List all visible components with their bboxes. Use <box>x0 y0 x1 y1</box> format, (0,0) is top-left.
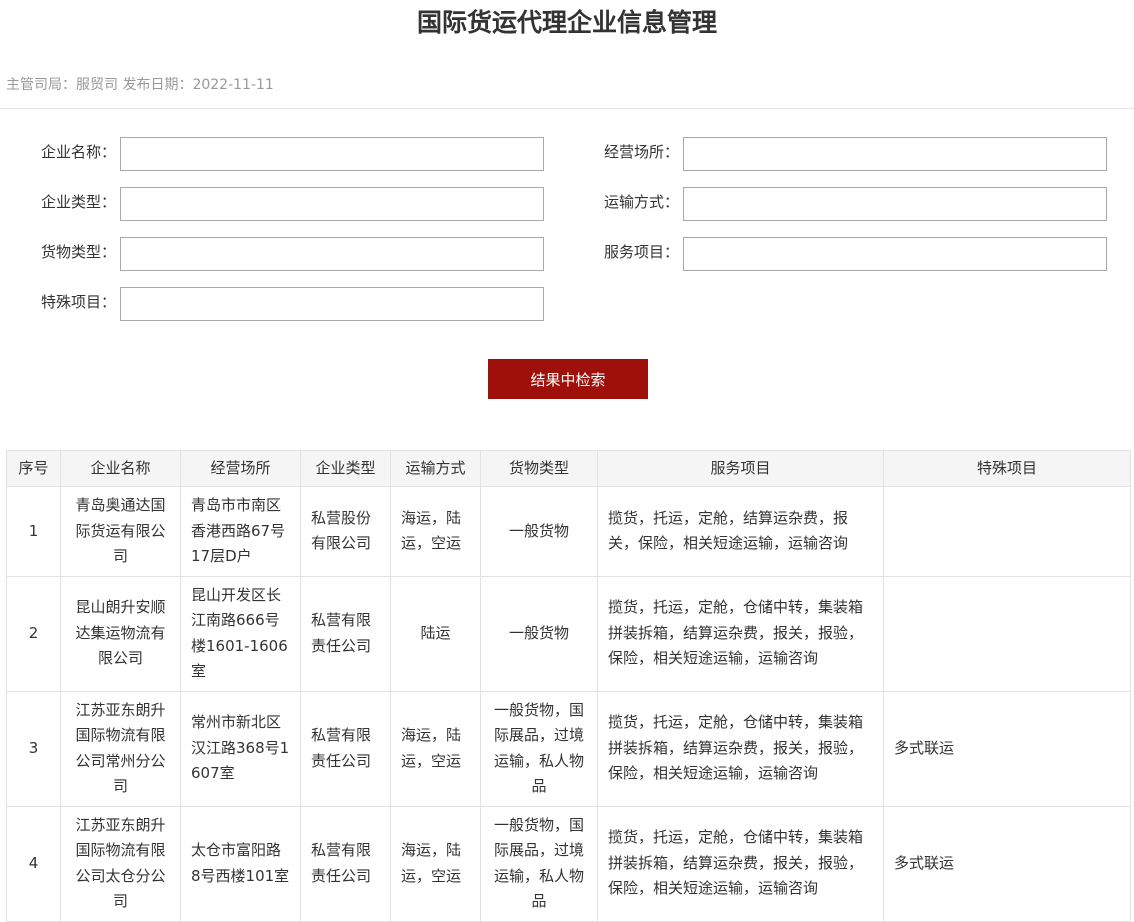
cell-index: 2 <box>6 575 61 692</box>
header-cell: 特殊项目 <box>883 450 1131 487</box>
cell-cargo-type: 一般货物，国际展品，过境运输，私人物品 <box>480 805 598 922</box>
business-place-input[interactable] <box>683 137 1107 171</box>
cell-cargo-type: 一般货物 <box>480 575 598 692</box>
search-in-results-button[interactable]: 结果中检索 <box>488 359 648 399</box>
cell-company-name: 江苏亚东朗升国际物流有限公司常州分公司 <box>60 690 181 807</box>
cargo-type-input[interactable] <box>120 237 544 271</box>
header-cell: 货物类型 <box>480 450 598 487</box>
cell-company-type: 私营有限责任公司 <box>300 575 391 692</box>
cell-company-name: 昆山朗升安顺达集运物流有限公司 <box>60 575 181 692</box>
header-cell: 序号 <box>6 450 61 487</box>
cell-transport-mode: 陆运 <box>390 575 481 692</box>
cell-special-items <box>883 575 1131 692</box>
table-row: 1 青岛奥通达国际货运有限公司 青岛市市南区香港西路67号17层D户 私营股份有… <box>6 486 1131 577</box>
page-title: 国际货运代理企业信息管理 <box>416 8 717 37</box>
cell-cargo-type: 一般货物，国际展品，过境运输，私人物品 <box>480 690 598 807</box>
cell-service-items: 揽货，托运，定舱，仓储中转，集装箱拼装拆箱，结算运杂费，报关，报验，保险，相关短… <box>597 690 884 807</box>
cell-index: 1 <box>6 486 61 577</box>
special-items-input[interactable] <box>120 287 544 321</box>
cell-business-place: 太仓市富阳路8号西楼101室 <box>180 805 301 922</box>
cell-transport-mode: 海运，陆运，空运 <box>390 805 481 922</box>
cell-special-items <box>883 486 1131 577</box>
cell-cargo-type: 一般货物 <box>480 486 598 577</box>
cell-index: 3 <box>6 690 61 807</box>
header-cell: 运输方式 <box>390 450 481 487</box>
cell-company-type: 私营有限责任公司 <box>300 690 391 807</box>
cell-business-place: 常州市新北区汉江路368号1607室 <box>180 690 301 807</box>
cell-service-items: 揽货，托运，定舱，仓储中转，集装箱拼装拆箱，结算运杂费，报关，报验，保险，相关短… <box>597 805 884 922</box>
cell-special-items: 多式联运 <box>883 690 1131 807</box>
header-cell: 经营场所 <box>180 450 301 487</box>
cell-service-items: 揽货，托运，定舱，仓储中转，集装箱拼装拆箱，结算运杂费，报关，报验，保险，相关短… <box>597 575 884 692</box>
service-items-input[interactable] <box>683 237 1107 271</box>
business-place-label: 经营场所： <box>603 143 679 161</box>
table-header-row: 序号 企业名称 经营场所 企业类型 运输方式 货物类型 服务项目 特殊项目 <box>6 450 1131 487</box>
publish-meta: 主管司局：服贸司 发布日期：2022-11-11 <box>6 77 274 93</box>
cell-company-name: 青岛奥通达国际货运有限公司 <box>60 486 181 577</box>
table-row: 4 江苏亚东朗升国际物流有限公司太仓分公司 太仓市富阳路8号西楼101室 私营有… <box>6 805 1131 922</box>
table-row: 3 江苏亚东朗升国际物流有限公司常州分公司 常州市新北区汉江路368号1607室… <box>6 690 1131 807</box>
cell-business-place: 昆山开发区长江南路666号楼1601-1606室 <box>180 575 301 692</box>
cell-company-type: 私营股份有限公司 <box>300 486 391 577</box>
cell-business-place: 青岛市市南区香港西路67号17层D户 <box>180 486 301 577</box>
cell-company-type: 私营有限责任公司 <box>300 805 391 922</box>
company-name-input[interactable] <box>120 137 544 171</box>
company-type-label: 企业类型： <box>40 193 116 211</box>
transport-mode-label: 运输方式： <box>603 193 679 211</box>
results-table: 序号 企业名称 经营场所 企业类型 运输方式 货物类型 服务项目 特殊项目 1 … <box>6 450 1131 922</box>
cell-transport-mode: 海运，陆运，空运 <box>390 486 481 577</box>
cell-index: 4 <box>6 805 61 922</box>
special-items-label: 特殊项目： <box>40 293 116 311</box>
company-type-input[interactable] <box>120 187 544 221</box>
header-divider <box>0 108 1134 109</box>
header-cell: 服务项目 <box>597 450 884 487</box>
cell-transport-mode: 海运，陆运，空运 <box>390 690 481 807</box>
header-cell: 企业名称 <box>60 450 181 487</box>
company-name-label: 企业名称： <box>40 143 116 161</box>
service-items-label: 服务项目： <box>603 243 679 261</box>
cell-service-items: 揽货，托运，定舱，结算运杂费，报关，保险，相关短途运输，运输咨询 <box>597 486 884 577</box>
transport-mode-input[interactable] <box>683 187 1107 221</box>
cell-company-name: 江苏亚东朗升国际物流有限公司太仓分公司 <box>60 805 181 922</box>
cargo-type-label: 货物类型： <box>40 243 116 261</box>
table-row: 2 昆山朗升安顺达集运物流有限公司 昆山开发区长江南路666号楼1601-160… <box>6 575 1131 692</box>
header-cell: 企业类型 <box>300 450 391 487</box>
cell-special-items: 多式联运 <box>883 805 1131 922</box>
